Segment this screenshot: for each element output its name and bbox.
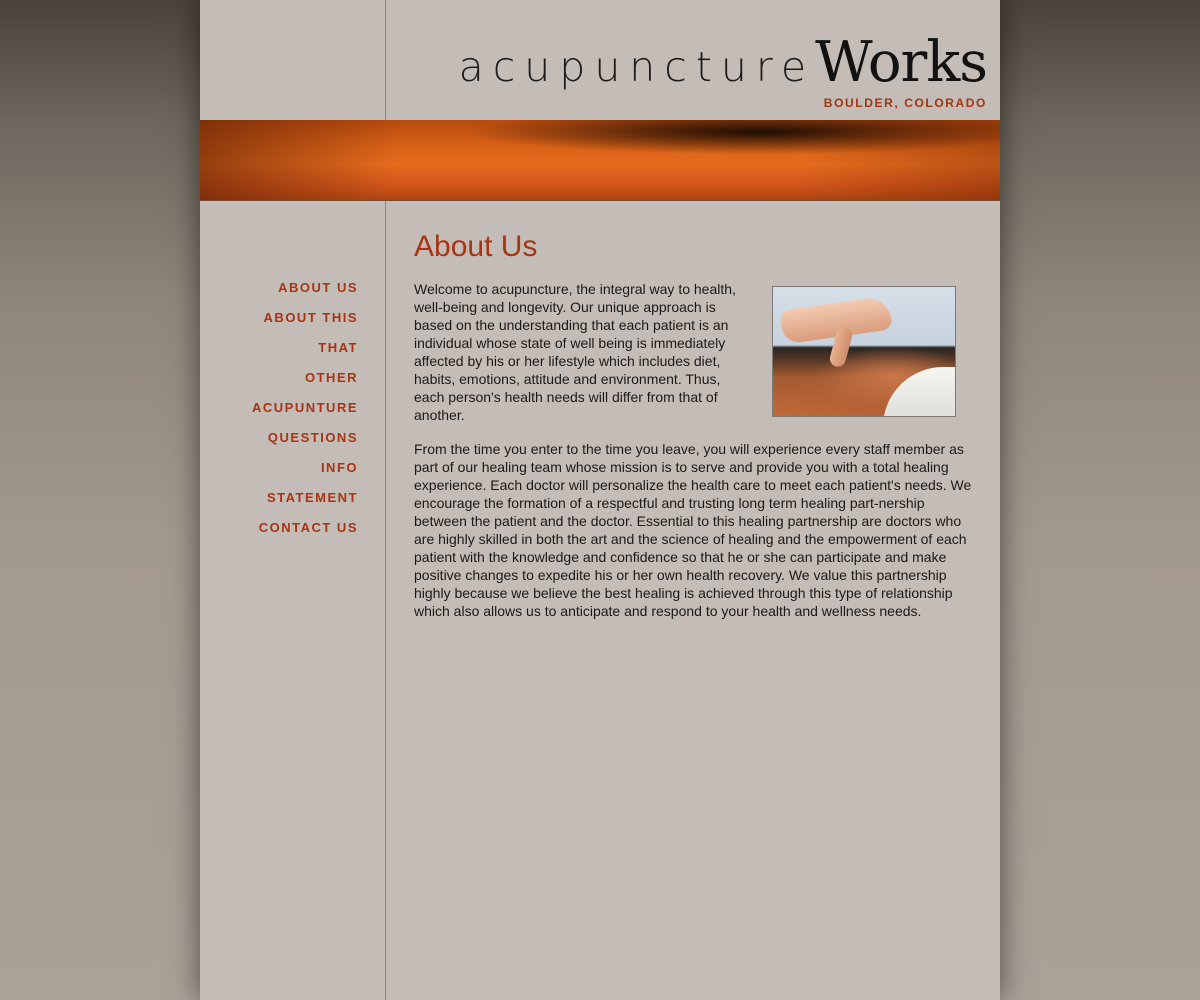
nav-item-that[interactable]: THAT (200, 336, 358, 366)
header-banner-image (200, 120, 1000, 201)
nav-item-about-this[interactable]: ABOUT THIS (200, 306, 358, 336)
location-tagline: BOULDER, COLORADO (823, 96, 987, 110)
body-paragraph: From the time you enter to the time you … (414, 441, 972, 619)
nav-item-statement[interactable]: STATEMENT (200, 486, 358, 516)
photo-sheet (883, 367, 955, 416)
site-header: acupunctureWorks BOULDER, COLORADO (200, 0, 1000, 120)
logo-text-bold: Works (815, 30, 988, 95)
acupuncture-treatment-photo (772, 286, 956, 417)
nav-item-info[interactable]: INFO (200, 456, 358, 486)
nav-item-about-us[interactable]: ABOUT US (200, 276, 358, 306)
nav-item-other[interactable]: OTHER (200, 366, 358, 396)
sidebar-nav: ABOUT US ABOUT THIS THAT OTHER ACUPUNTUR… (200, 276, 358, 546)
intro-paragraph: Welcome to acupuncture, the integral way… (414, 281, 736, 423)
page-container: acupunctureWorks BOULDER, COLORADO ABOUT… (200, 0, 1000, 1000)
site-logo[interactable]: acupunctureWorks (458, 30, 988, 95)
logo-text-light: acupuncture (458, 43, 816, 91)
nav-item-acupunture[interactable]: ACUPUNTURE (200, 396, 358, 426)
nav-item-questions[interactable]: QUESTIONS (200, 426, 358, 456)
page-title: About Us (414, 230, 538, 263)
main-content: About Us Welcome to acupuncture, the int… (414, 228, 974, 636)
nav-item-contact-us[interactable]: CONTACT US (200, 516, 358, 546)
